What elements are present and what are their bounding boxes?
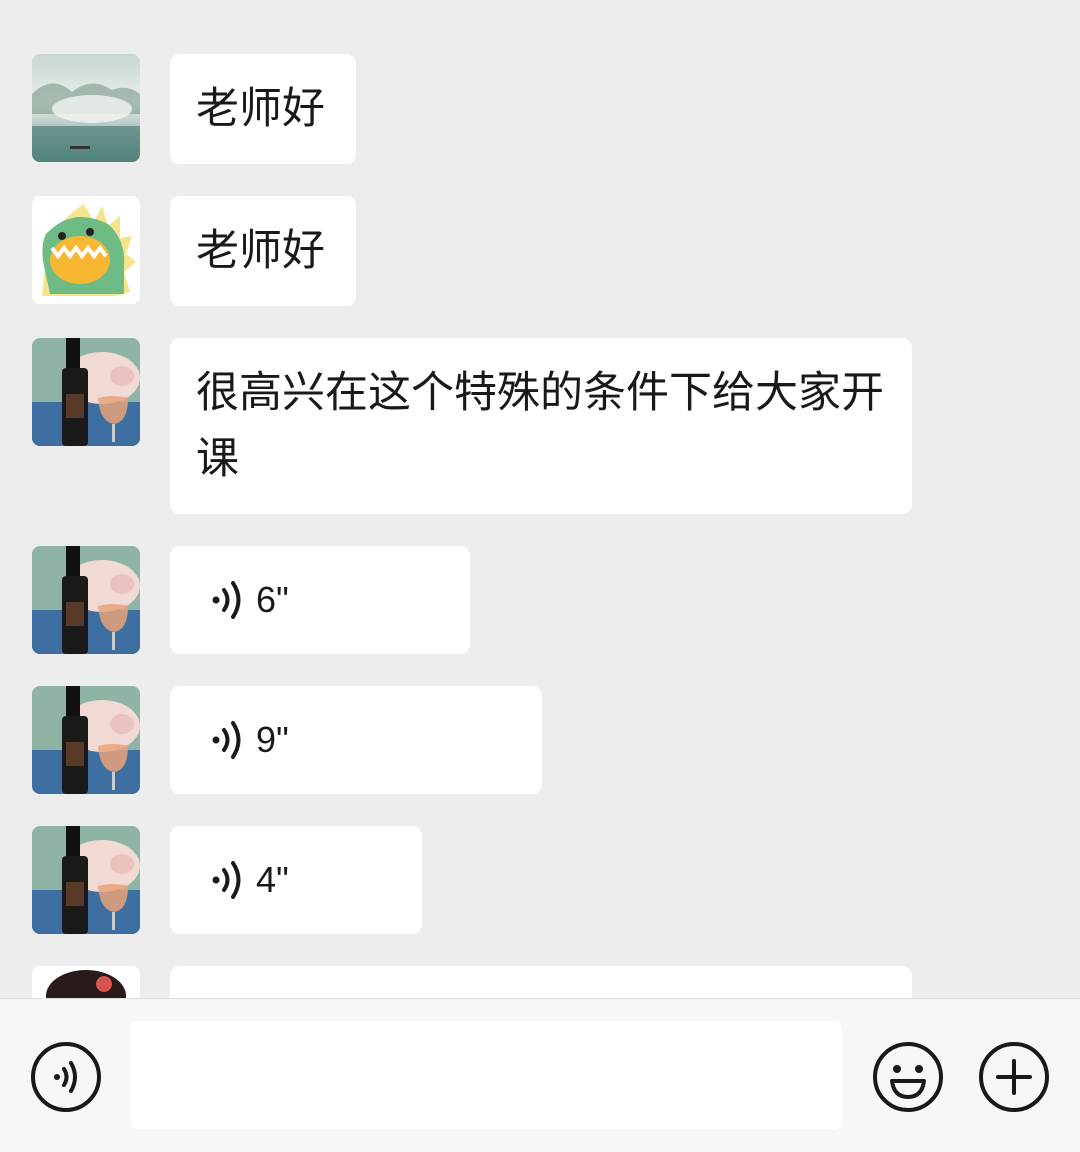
voice-input-icon: [31, 1042, 101, 1112]
more-button[interactable]: [978, 1041, 1050, 1113]
message-bubble[interactable]: 老师好: [170, 196, 356, 306]
message-composer: [0, 998, 1080, 1152]
avatar[interactable]: [32, 826, 140, 934]
avatar[interactable]: [32, 54, 140, 162]
voice-wave-icon: [212, 581, 241, 619]
voice-wave-icon: [212, 861, 241, 899]
message-input[interactable]: [130, 1021, 842, 1129]
emoji-button[interactable]: [872, 1041, 944, 1113]
plus-icon: [979, 1042, 1049, 1112]
message-bubble[interactable]: 很高兴在这个特殊的条件下给大家开课: [170, 338, 912, 514]
voice-message-bubble[interactable]: 6": [170, 546, 470, 654]
message-bubble[interactable]: [170, 966, 912, 998]
emoji-icon: [873, 1042, 943, 1112]
avatar[interactable]: [32, 966, 140, 998]
voice-message-bubble[interactable]: 9": [170, 686, 542, 794]
voice-duration: 6": [256, 579, 289, 620]
message-text: 老师好: [196, 84, 325, 134]
chat-area[interactable]: 老师好 老师好 很高兴在这个特殊的条件下给大家开课 6" 9" 4": [0, 0, 1080, 998]
voice-duration: 9": [256, 719, 289, 760]
message-bubble[interactable]: 老师好: [170, 54, 356, 164]
voice-duration: 4": [256, 859, 289, 900]
voice-wave-icon: [212, 721, 241, 759]
voice-message-bubble[interactable]: 4": [170, 826, 422, 934]
avatar[interactable]: [32, 546, 140, 654]
message-text: 老师好: [196, 226, 325, 276]
avatar[interactable]: [32, 196, 140, 304]
voice-input-button[interactable]: [30, 1041, 102, 1113]
avatar[interactable]: [32, 686, 140, 794]
message-text: 很高兴在这个特殊的条件下给大家开课: [196, 368, 884, 484]
avatar[interactable]: [32, 338, 140, 446]
